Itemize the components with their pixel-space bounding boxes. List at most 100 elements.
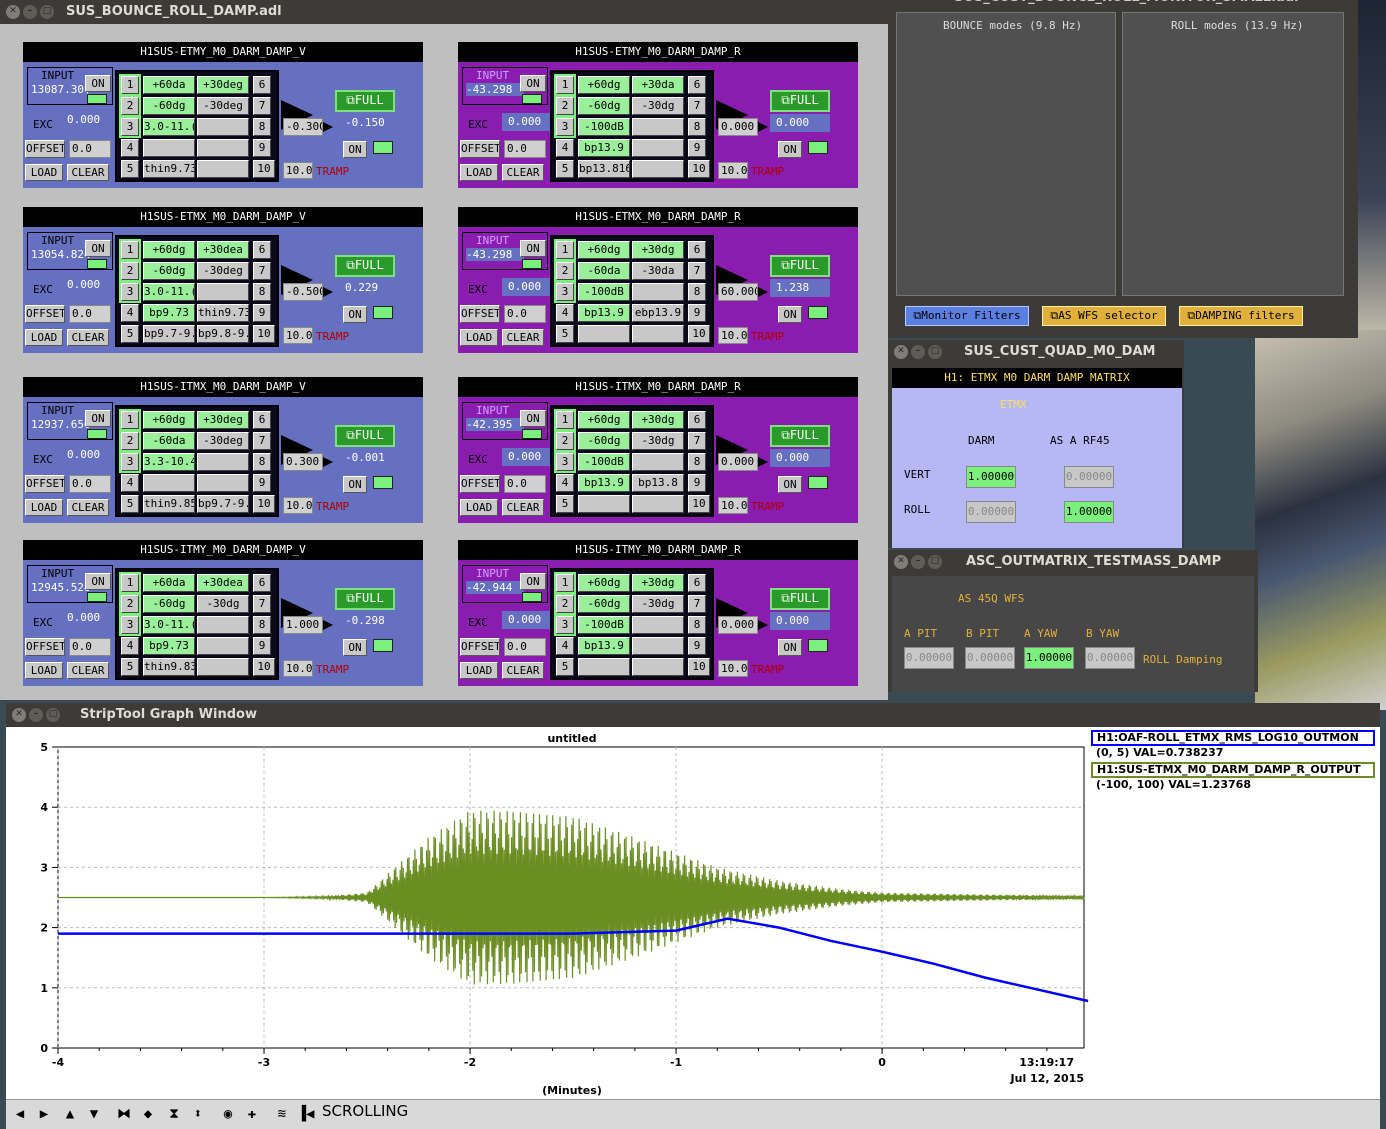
gain-input[interactable]: 0.000 — [718, 616, 758, 634]
filter-num-8[interactable]: 8 — [253, 283, 271, 301]
filter-num-1[interactable]: 1 — [554, 572, 576, 594]
legend-channel-2[interactable]: H1:SUS-ETMX_M0_DARM_DAMP_R_OUTPUT — [1091, 762, 1375, 778]
asc-field-b-yaw[interactable]: 0.00000 — [1085, 647, 1135, 669]
filter-num-8[interactable]: 8 — [253, 118, 271, 136]
offset-input[interactable]: 0.0 — [504, 305, 546, 323]
gain-input[interactable]: 60.000 — [718, 283, 758, 301]
output-on-button[interactable]: ON — [778, 141, 802, 158]
full-button[interactable]: ⧉FULL — [770, 255, 830, 277]
filter-num-8[interactable]: 8 — [688, 453, 706, 471]
input-on-button[interactable]: ON — [85, 75, 111, 92]
filter-num-9[interactable]: 9 — [253, 139, 271, 157]
filter-num-7[interactable]: 7 — [688, 262, 706, 280]
maximize-icon[interactable]: □ — [40, 5, 54, 19]
zoom-down-icon[interactable]: ▼ — [84, 1104, 104, 1124]
minimize-icon[interactable]: – — [23, 5, 37, 19]
filter-num-10[interactable]: 10 — [253, 658, 275, 676]
load-button[interactable]: LOAD — [25, 499, 63, 516]
filter-num-4[interactable]: 4 — [556, 637, 574, 655]
zoom-up-icon[interactable]: ▲ — [60, 1104, 80, 1124]
filter-num-8[interactable]: 8 — [688, 118, 706, 136]
filter-num-7[interactable]: 7 — [688, 432, 706, 450]
close-icon[interactable]: ✕ — [12, 708, 26, 722]
offset-button[interactable]: OFFSET — [460, 305, 500, 323]
asc-field-b-pit[interactable]: 0.00000 — [965, 647, 1015, 669]
offset-input[interactable]: 0.0 — [504, 475, 546, 493]
add-icon[interactable]: ✚ — [242, 1104, 262, 1124]
offset-button[interactable]: OFFSET — [460, 638, 500, 656]
filter-num-10[interactable]: 10 — [688, 325, 710, 343]
zoom-in-x-icon[interactable]: ⧓ — [114, 1104, 134, 1124]
input-on-button[interactable]: ON — [85, 573, 111, 590]
output-on-button[interactable]: ON — [778, 639, 802, 656]
filter-num-7[interactable]: 7 — [253, 595, 271, 613]
filter-num-7[interactable]: 7 — [688, 97, 706, 115]
output-on-button[interactable]: ON — [343, 476, 367, 493]
filter-num-9[interactable]: 9 — [688, 304, 706, 322]
gain-input[interactable]: 0.300 — [283, 453, 323, 471]
load-button[interactable]: LOAD — [25, 662, 63, 679]
gain-input[interactable]: 1.000 — [283, 616, 323, 634]
damping-filters-button[interactable]: ⧉DAMPING filters — [1179, 306, 1303, 326]
filter-num-1[interactable]: 1 — [554, 409, 576, 431]
clear-button[interactable]: CLEAR — [67, 329, 109, 346]
offset-button[interactable]: OFFSET — [25, 475, 65, 493]
filter-num-5[interactable]: 5 — [121, 495, 139, 513]
gain-input[interactable]: -0.300 — [283, 118, 323, 136]
filter-num-6[interactable]: 6 — [253, 574, 271, 592]
maximize-icon[interactable]: □ — [46, 708, 60, 722]
tramp-input[interactable]: 10.00 — [283, 327, 313, 344]
filter-num-2[interactable]: 2 — [119, 260, 141, 282]
full-button[interactable]: ⧉FULL — [770, 588, 830, 610]
gain-input[interactable]: -0.500 — [283, 283, 323, 301]
offset-button[interactable]: OFFSET — [25, 305, 65, 323]
filter-num-8[interactable]: 8 — [253, 616, 271, 634]
offset-input[interactable]: 0.0 — [69, 140, 111, 158]
filter-num-4[interactable]: 4 — [556, 139, 574, 157]
load-button[interactable]: LOAD — [25, 164, 63, 181]
filter-num-2[interactable]: 2 — [554, 593, 576, 615]
full-button[interactable]: ⧉FULL — [770, 425, 830, 447]
filter-num-2[interactable]: 2 — [554, 260, 576, 282]
filter-num-7[interactable]: 7 — [253, 432, 271, 450]
load-button[interactable]: LOAD — [460, 662, 498, 679]
monitor-filters-button[interactable]: ⧉Monitor Filters — [905, 306, 1029, 326]
offset-button[interactable]: OFFSET — [25, 140, 65, 158]
filter-num-9[interactable]: 9 — [253, 304, 271, 322]
offset-button[interactable]: OFFSET — [460, 475, 500, 493]
filter-num-5[interactable]: 5 — [121, 160, 139, 178]
as-wfs-selector-button[interactable]: ⧉AS WFS selector — [1042, 306, 1166, 326]
filter-num-1[interactable]: 1 — [119, 239, 141, 261]
filter-num-8[interactable]: 8 — [253, 453, 271, 471]
filter-num-7[interactable]: 7 — [253, 262, 271, 280]
offset-input[interactable]: 0.0 — [504, 638, 546, 656]
input-on-button[interactable]: ON — [85, 240, 111, 257]
output-on-button[interactable]: ON — [778, 306, 802, 323]
offset-button[interactable]: OFFSET — [25, 638, 65, 656]
filter-num-10[interactable]: 10 — [688, 160, 710, 178]
filter-num-5[interactable]: 5 — [121, 658, 139, 676]
filter-num-10[interactable]: 10 — [688, 495, 710, 513]
filter-num-5[interactable]: 5 — [556, 160, 574, 178]
filter-num-6[interactable]: 6 — [253, 76, 271, 94]
input-on-button[interactable]: ON — [520, 410, 546, 427]
tramp-input[interactable]: 10.00 — [718, 162, 748, 179]
filter-num-5[interactable]: 5 — [556, 325, 574, 343]
reset-icon[interactable]: ◉ — [218, 1104, 238, 1124]
input-on-button[interactable]: ON — [85, 410, 111, 427]
full-button[interactable]: ⧉FULL — [770, 90, 830, 112]
tramp-input[interactable]: 10.00 — [718, 497, 748, 514]
filter-num-6[interactable]: 6 — [253, 241, 271, 259]
filter-num-9[interactable]: 9 — [688, 139, 706, 157]
zoom-out-y-icon[interactable]: ⬍ — [188, 1104, 208, 1124]
load-button[interactable]: LOAD — [460, 499, 498, 516]
close-icon[interactable]: ✕ — [894, 555, 908, 569]
filter-num-4[interactable]: 4 — [556, 474, 574, 492]
zoom-in-y-icon[interactable]: ⧗ — [164, 1104, 184, 1124]
maximize-icon[interactable]: □ — [928, 345, 942, 359]
clear-button[interactable]: CLEAR — [502, 164, 544, 181]
offset-input[interactable]: 0.0 — [69, 638, 111, 656]
filter-num-10[interactable]: 10 — [253, 495, 275, 513]
pause-icon[interactable]: ▐◀ — [296, 1104, 316, 1124]
output-on-button[interactable]: ON — [343, 141, 367, 158]
